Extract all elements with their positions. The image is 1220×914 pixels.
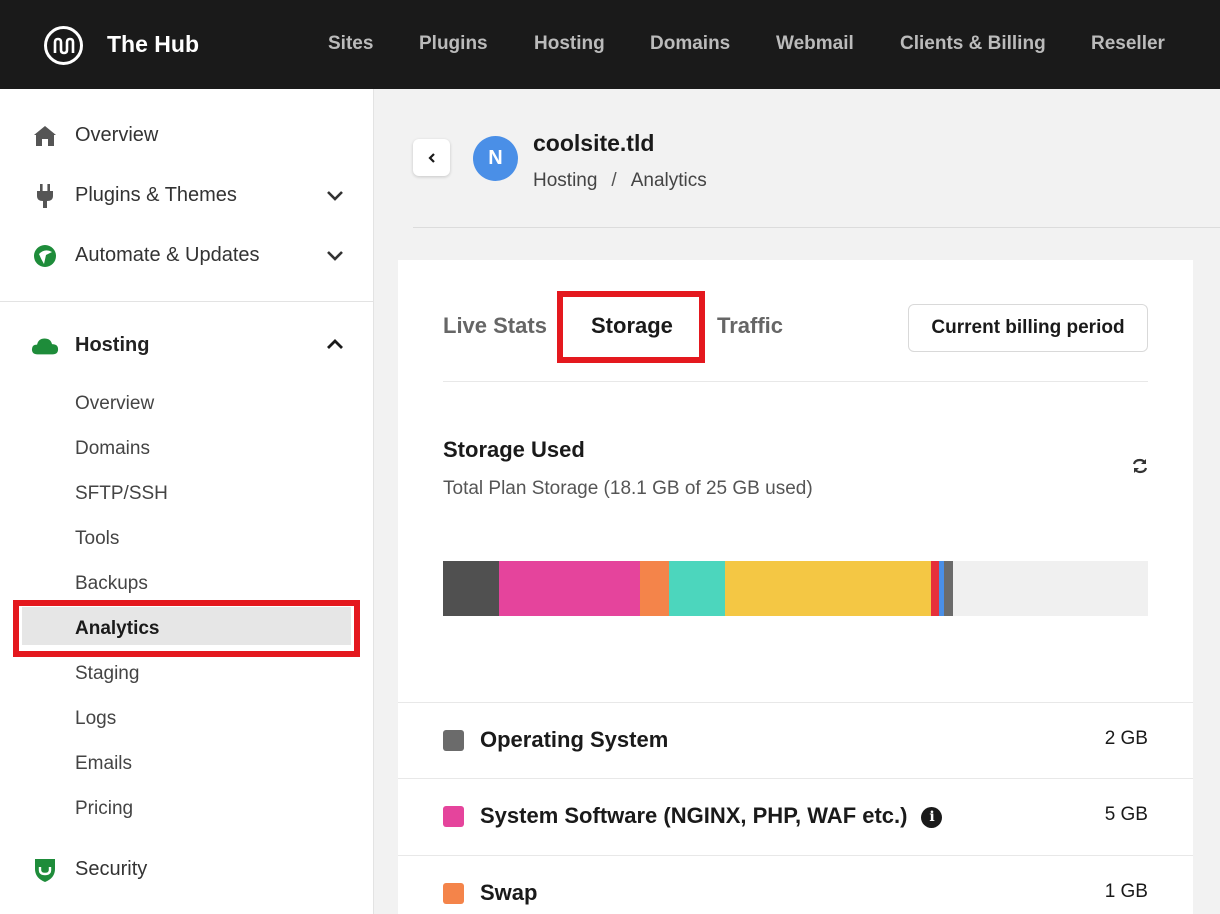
sidebar-sub-overview[interactable]: Overview bbox=[75, 393, 154, 415]
header-divider bbox=[413, 227, 1220, 228]
storage-row-name: Operating System bbox=[480, 727, 669, 752]
sidebar-sub-emails[interactable]: Emails bbox=[75, 753, 132, 775]
storage-title: Storage Used bbox=[443, 437, 585, 462]
storage-bar-segment bbox=[930, 561, 940, 616]
automate-icon bbox=[31, 243, 59, 269]
nav-reseller[interactable]: Reseller bbox=[1091, 33, 1165, 55]
sidebar-item-hosting[interactable]: Hosting bbox=[0, 323, 373, 367]
chevron-up-icon[interactable] bbox=[325, 335, 345, 355]
refresh-icon[interactable] bbox=[1130, 456, 1150, 476]
storage-bar-segment bbox=[640, 561, 669, 616]
top-bar: The Hub Sites Plugins Hosting Domains We… bbox=[0, 0, 1220, 89]
sidebar: Overview Plugins & Themes Automate & Upd… bbox=[0, 89, 374, 914]
storage-row: System Software (NGINX, PHP, WAF etc.) i … bbox=[398, 778, 1193, 854]
cloud-icon bbox=[31, 333, 59, 359]
color-swatch bbox=[443, 806, 464, 827]
sidebar-sub-pricing[interactable]: Pricing bbox=[75, 798, 133, 820]
site-avatar: N bbox=[473, 136, 518, 181]
site-name: coolsite.tld bbox=[533, 130, 655, 156]
billing-period-button[interactable]: Current billing period bbox=[908, 304, 1148, 352]
sidebar-active-row bbox=[22, 607, 351, 645]
storage-row-size: 5 GB bbox=[1104, 804, 1148, 825]
breadcrumb-analytics: Analytics bbox=[630, 170, 707, 191]
storage-row: Operating System 2 GB bbox=[398, 702, 1193, 778]
storage-subtitle: Total Plan Storage (18.1 GB of 25 GB use… bbox=[443, 478, 813, 499]
chevron-left-icon bbox=[427, 152, 435, 163]
storage-row-name-text: System Software (NGINX, PHP, WAF etc.) bbox=[480, 803, 908, 828]
breadcrumb-separator: / bbox=[611, 170, 617, 191]
sidebar-sub-staging[interactable]: Staging bbox=[75, 663, 139, 685]
storage-bar-segment bbox=[443, 561, 500, 616]
storage-row-size: 2 GB bbox=[1104, 728, 1148, 749]
tab-traffic[interactable]: Traffic bbox=[717, 313, 783, 339]
storage-row-name: Swap bbox=[480, 880, 538, 905]
sidebar-item-security[interactable]: Security bbox=[0, 847, 373, 891]
sidebar-item-label: Automate & Updates bbox=[75, 244, 260, 266]
color-swatch bbox=[443, 883, 464, 904]
tab-storage[interactable]: Storage bbox=[591, 313, 673, 339]
sidebar-sub-logs[interactable]: Logs bbox=[75, 708, 116, 730]
storage-row-size: 1 GB bbox=[1104, 881, 1148, 902]
color-swatch bbox=[443, 730, 464, 751]
storage-bar-segment bbox=[943, 561, 954, 616]
sidebar-item-label: Hosting bbox=[75, 334, 150, 356]
storage-bar-segment bbox=[724, 561, 931, 616]
nav-domains[interactable]: Domains bbox=[650, 33, 730, 55]
sidebar-item-overview[interactable]: Overview bbox=[0, 113, 373, 157]
sidebar-item-label: Overview bbox=[75, 124, 159, 146]
storage-usage-bar bbox=[443, 561, 1148, 616]
storage-row-name: System Software (NGINX, PHP, WAF etc.) i bbox=[480, 803, 943, 829]
nav-sites[interactable]: Sites bbox=[328, 33, 373, 55]
home-icon bbox=[31, 123, 59, 149]
tab-live-stats[interactable]: Live Stats bbox=[443, 313, 547, 339]
chevron-down-icon[interactable] bbox=[325, 245, 345, 265]
chevron-down-icon[interactable] bbox=[325, 185, 345, 205]
plug-icon bbox=[31, 183, 59, 209]
sidebar-sub-analytics[interactable]: Analytics bbox=[75, 618, 159, 640]
nav-plugins[interactable]: Plugins bbox=[419, 33, 488, 55]
shield-icon bbox=[31, 857, 59, 883]
sidebar-item-label: Security bbox=[75, 858, 148, 880]
sidebar-divider bbox=[0, 301, 373, 302]
nav-webmail[interactable]: Webmail bbox=[776, 33, 854, 55]
sidebar-item-plugins-themes[interactable]: Plugins & Themes bbox=[0, 173, 373, 217]
sidebar-sub-backups[interactable]: Backups bbox=[75, 573, 148, 595]
sidebar-item-label: Plugins & Themes bbox=[75, 184, 237, 206]
sidebar-item-automate-updates[interactable]: Automate & Updates bbox=[0, 233, 373, 277]
brand-title[interactable]: The Hub bbox=[107, 31, 199, 58]
hub-logo-icon[interactable] bbox=[44, 26, 83, 65]
nav-clients-billing[interactable]: Clients & Billing bbox=[900, 33, 1046, 55]
breadcrumb: Hosting / Analytics bbox=[533, 170, 707, 192]
back-button[interactable] bbox=[413, 139, 450, 176]
storage-bar-segment bbox=[499, 561, 641, 616]
info-icon[interactable]: i bbox=[921, 806, 943, 828]
storage-bar-segment bbox=[668, 561, 725, 616]
sidebar-sub-domains[interactable]: Domains bbox=[75, 438, 150, 460]
sidebar-sub-tools[interactable]: Tools bbox=[75, 528, 119, 550]
breadcrumb-hosting[interactable]: Hosting bbox=[533, 170, 597, 191]
nav-hosting[interactable]: Hosting bbox=[534, 33, 605, 55]
storage-row: Swap 1 GB bbox=[398, 855, 1193, 914]
tabs-divider bbox=[443, 381, 1148, 382]
sidebar-sub-sftp-ssh[interactable]: SFTP/SSH bbox=[75, 483, 168, 505]
